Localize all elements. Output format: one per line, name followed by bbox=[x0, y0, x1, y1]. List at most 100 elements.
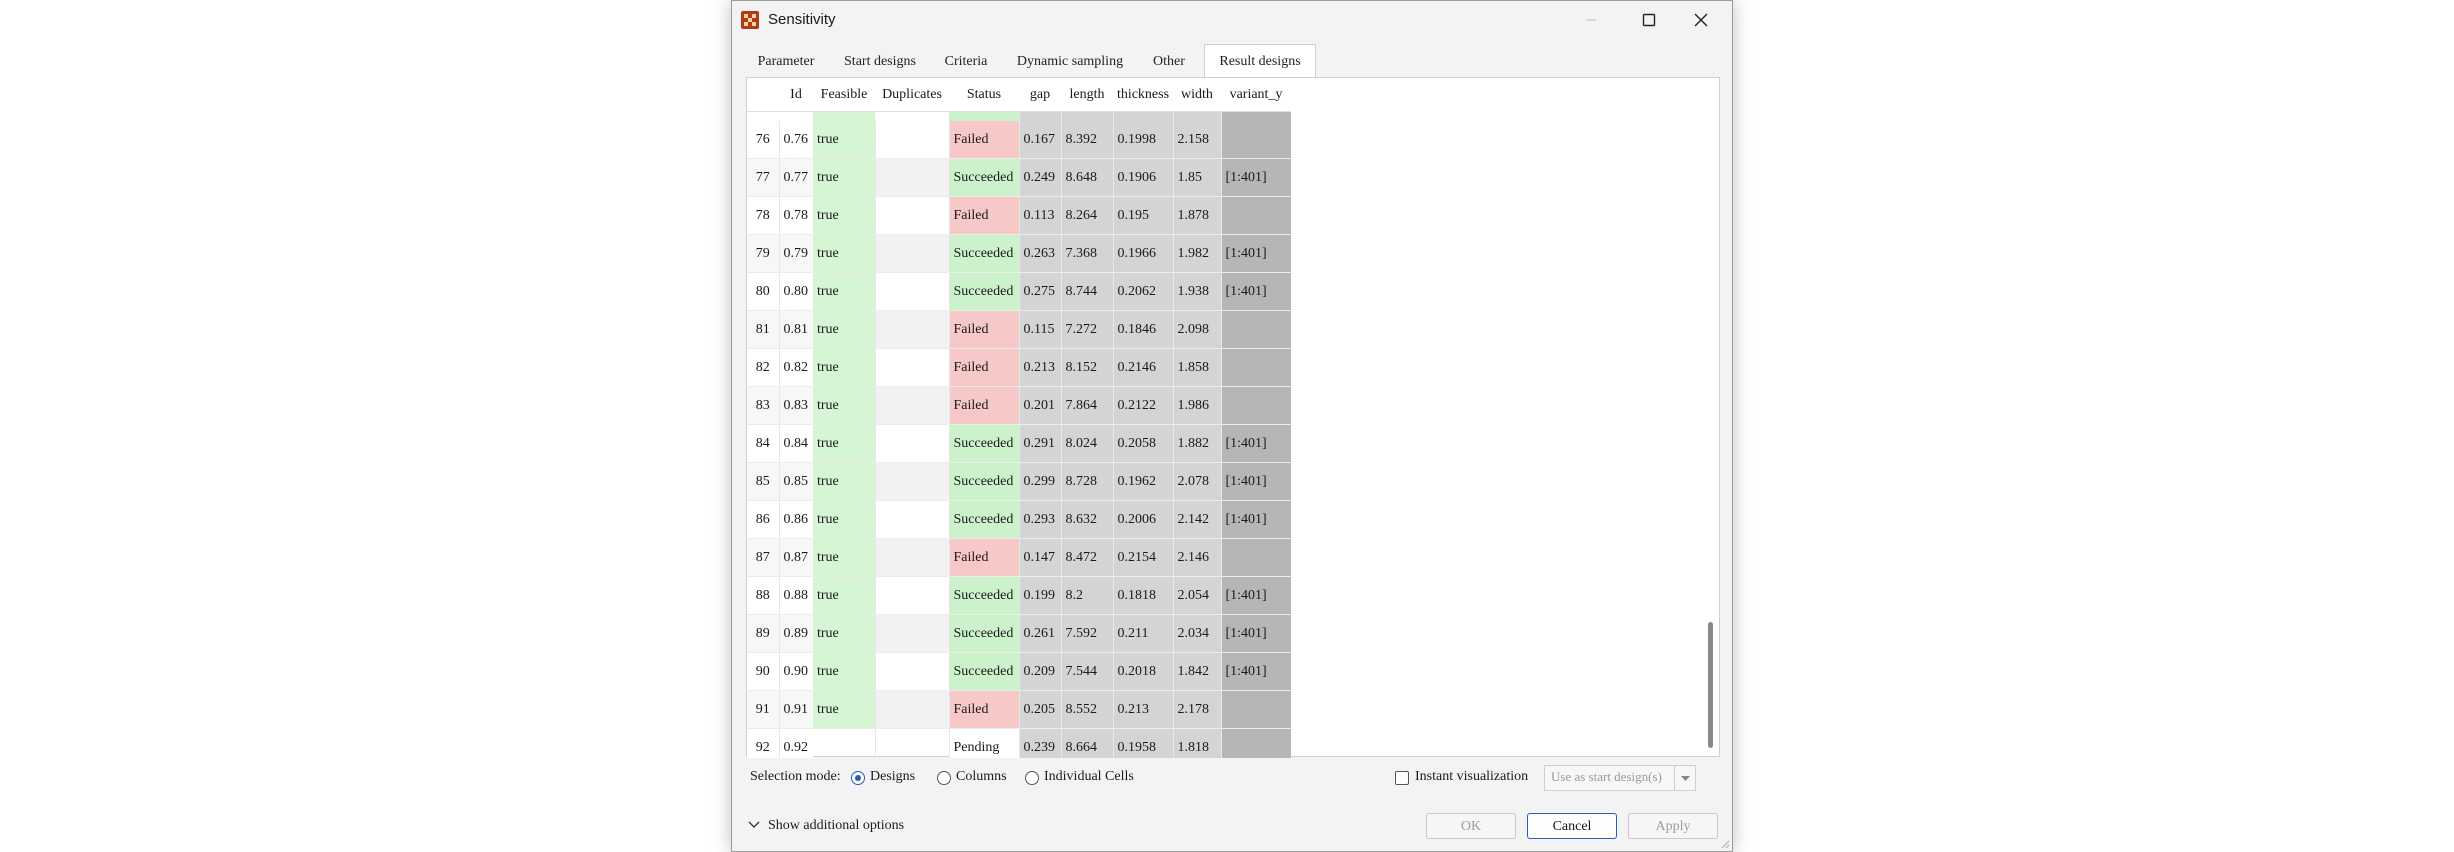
cell-feasible[interactable]: true bbox=[813, 424, 875, 463]
cell-variant-y[interactable] bbox=[1220, 348, 1291, 387]
cell-id[interactable]: 0.86 bbox=[778, 500, 813, 539]
cell-width[interactable]: 1.858 bbox=[1172, 348, 1221, 387]
column-header-duplicates[interactable]: Duplicates bbox=[875, 78, 949, 112]
cell-width[interactable]: 2.146 bbox=[1172, 538, 1221, 577]
row-number[interactable]: 76 bbox=[747, 121, 779, 159]
cell-width[interactable]: 2.054 bbox=[1172, 576, 1221, 615]
cell-thickness[interactable]: 0.1966 bbox=[1112, 234, 1173, 273]
cell-duplicates[interactable] bbox=[874, 652, 950, 691]
cell-id[interactable]: 0.85 bbox=[778, 462, 813, 501]
cell-duplicates[interactable] bbox=[874, 500, 950, 539]
cell-duplicates[interactable] bbox=[874, 234, 950, 273]
cell-gap[interactable]: 0.299 bbox=[1018, 462, 1061, 501]
cell-width[interactable]: 2.098 bbox=[1172, 310, 1221, 349]
table-row[interactable]: 76 0.76 true Failed 0.167 8.392 0.1998 2.158 bbox=[747, 121, 1291, 159]
cell-variant-y[interactable]: [1:401] bbox=[1220, 234, 1291, 273]
cell-feasible[interactable]: true bbox=[813, 158, 875, 197]
column-header-status[interactable]: Status bbox=[949, 78, 1019, 112]
row-number[interactable]: 82 bbox=[747, 348, 779, 387]
cell-variant-y[interactable]: [1:401] bbox=[1220, 500, 1291, 539]
cell-thickness[interactable]: 0.2006 bbox=[1112, 500, 1173, 539]
cell-gap[interactable]: 0.205 bbox=[1018, 690, 1061, 729]
cell-duplicates[interactable] bbox=[874, 310, 950, 349]
table-row[interactable]: 92 0.92 Pending 0.239 8.664 0.1958 1.818 bbox=[747, 728, 1291, 758]
cell-feasible[interactable]: true bbox=[813, 462, 875, 501]
table-row[interactable]: 90 0.90 true Succeeded 0.209 7.544 0.2018 1.842… bbox=[747, 652, 1291, 691]
cell-id[interactable]: 0.81 bbox=[778, 310, 813, 349]
cell-width[interactable]: 2.142 bbox=[1172, 500, 1221, 539]
row-number[interactable]: 86 bbox=[747, 500, 779, 539]
cell-length[interactable]: 8.2 bbox=[1060, 576, 1113, 615]
column-header-feasible[interactable]: Feasible bbox=[813, 78, 875, 112]
tab-parameter[interactable]: Parameter bbox=[746, 47, 826, 77]
cell-thickness[interactable]: 0.1998 bbox=[1112, 121, 1173, 159]
cell-variant-y[interactable]: [1:401] bbox=[1220, 576, 1291, 615]
cell-status[interactable]: Succeeded bbox=[949, 158, 1019, 197]
cell-feasible[interactable]: true bbox=[813, 121, 875, 159]
row-number[interactable]: 84 bbox=[747, 424, 779, 463]
column-header-id[interactable]: Id bbox=[779, 78, 813, 112]
cell-width[interactable]: 2.158 bbox=[1172, 121, 1221, 159]
cell-feasible[interactable]: true bbox=[813, 272, 875, 311]
cell-thickness[interactable]: 0.1846 bbox=[1112, 310, 1173, 349]
close-window-button[interactable] bbox=[1672, 1, 1730, 39]
cell-gap[interactable]: 0.147 bbox=[1018, 538, 1061, 577]
cell-status[interactable]: Succeeded bbox=[949, 500, 1019, 539]
cell-width[interactable]: 1.982 bbox=[1172, 234, 1221, 273]
cell-duplicates[interactable] bbox=[874, 424, 950, 463]
table-row[interactable]: 91 0.91 true Failed 0.205 8.552 0.213 2.178 bbox=[747, 690, 1291, 729]
cell-width[interactable]: 1.818 bbox=[1172, 728, 1221, 758]
cell-thickness[interactable]: 0.195 bbox=[1112, 196, 1173, 235]
cell-gap[interactable]: 0.263 bbox=[1018, 234, 1061, 273]
cell-feasible[interactable]: true bbox=[813, 690, 875, 729]
row-number[interactable]: 88 bbox=[747, 576, 779, 615]
cell-length[interactable]: 8.728 bbox=[1060, 462, 1113, 501]
cell-gap[interactable]: 0.199 bbox=[1018, 576, 1061, 615]
table-row[interactable]: 79 0.79 true Succeeded 0.263 7.368 0.1966 1.982… bbox=[747, 234, 1291, 273]
cell-feasible[interactable]: true bbox=[813, 234, 875, 273]
cell-gap[interactable]: 0.261 bbox=[1018, 614, 1061, 653]
cell-length[interactable]: 8.552 bbox=[1060, 690, 1113, 729]
cell-status[interactable]: Succeeded bbox=[949, 234, 1019, 273]
ok-button[interactable]: OK bbox=[1426, 813, 1516, 839]
cell-status[interactable]: Succeeded bbox=[949, 652, 1019, 691]
cell-variant-y[interactable] bbox=[1220, 538, 1291, 577]
cell-thickness[interactable]: 0.2146 bbox=[1112, 348, 1173, 387]
cell-thickness[interactable]: 0.1962 bbox=[1112, 462, 1173, 501]
cell-status[interactable]: Failed bbox=[949, 121, 1019, 159]
column-header-gap[interactable]: gap bbox=[1019, 78, 1061, 112]
cell-feasible[interactable]: true bbox=[813, 538, 875, 577]
show-additional-options[interactable]: Show additional options bbox=[748, 818, 904, 834]
cell-length[interactable]: 7.368 bbox=[1060, 234, 1113, 273]
cell-thickness[interactable]: 0.1958 bbox=[1112, 728, 1173, 758]
cell-feasible[interactable]: true bbox=[813, 576, 875, 615]
cell-length[interactable]: 7.272 bbox=[1060, 310, 1113, 349]
title-bar[interactable]: Sensitivity bbox=[732, 1, 1732, 39]
cell-feasible[interactable]: true bbox=[813, 652, 875, 691]
radio-designs[interactable] bbox=[851, 771, 865, 785]
tab-other[interactable]: Other bbox=[1144, 47, 1194, 77]
row-number[interactable]: 91 bbox=[747, 690, 779, 729]
cell-width[interactable]: 1.986 bbox=[1172, 386, 1221, 425]
radio-columns-label[interactable]: Columns bbox=[956, 769, 1007, 785]
radio-columns[interactable] bbox=[937, 771, 951, 785]
radio-individual-cells[interactable] bbox=[1025, 771, 1039, 785]
cell-id[interactable]: 0.87 bbox=[778, 538, 813, 577]
cell-duplicates[interactable] bbox=[874, 121, 950, 159]
cell-feasible[interactable]: true bbox=[813, 614, 875, 653]
cell-thickness[interactable]: 0.2018 bbox=[1112, 652, 1173, 691]
row-number[interactable]: 85 bbox=[747, 462, 779, 501]
cell-length[interactable]: 8.632 bbox=[1060, 500, 1113, 539]
cell-gap[interactable]: 0.113 bbox=[1018, 196, 1061, 235]
cell-duplicates[interactable] bbox=[874, 348, 950, 387]
cell-variant-y[interactable]: [1:401] bbox=[1220, 614, 1291, 653]
cell-length[interactable]: 8.392 bbox=[1060, 121, 1113, 159]
cell-variant-y[interactable] bbox=[1220, 690, 1291, 729]
cell-length[interactable]: 7.592 bbox=[1060, 614, 1113, 653]
cell-status[interactable]: Pending bbox=[949, 728, 1019, 758]
cell-gap[interactable]: 0.201 bbox=[1018, 386, 1061, 425]
cell-feasible[interactable]: true bbox=[813, 196, 875, 235]
cell-id[interactable]: 0.76 bbox=[778, 121, 813, 159]
cell-variant-y[interactable] bbox=[1220, 310, 1291, 349]
cell-status[interactable]: Failed bbox=[949, 196, 1019, 235]
